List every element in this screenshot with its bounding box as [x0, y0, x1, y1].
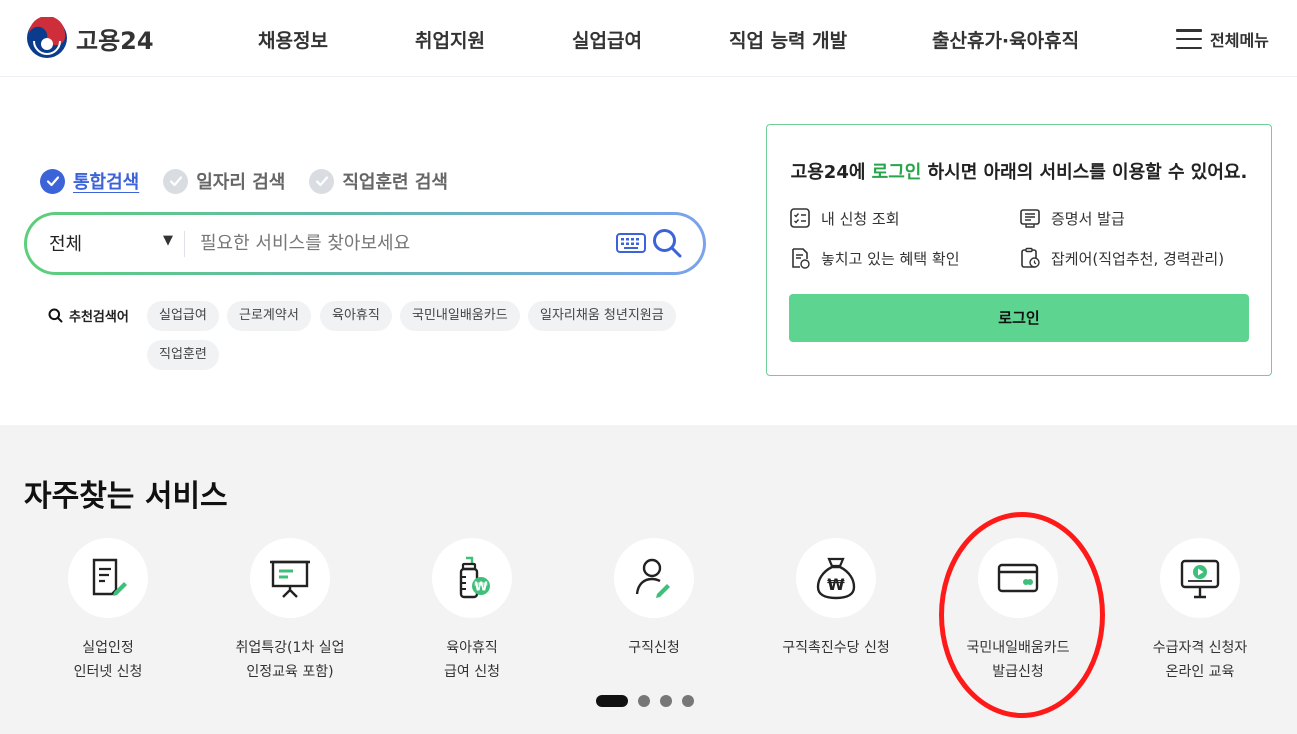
baby-bottle-won-icon: ₩	[459, 556, 490, 599]
nav-job-skill-development[interactable]: 직업 능력 개발	[729, 26, 847, 53]
keyword-chip[interactable]: 직업훈련	[147, 340, 219, 370]
login-button[interactable]: 로그인	[789, 294, 1249, 342]
service-label: 육아휴직 급여 신청	[444, 640, 500, 680]
service-national-learning-card[interactable]: 국민내일배움카드 발급신청	[928, 538, 1108, 684]
service-label: 취업특강(1차 실업 인정교육 포함)	[235, 640, 345, 680]
service-icon-circle	[1160, 538, 1240, 618]
hamburger-icon	[1176, 29, 1202, 49]
carousel-pagination	[596, 695, 694, 707]
search-scope-select[interactable]: 전체	[49, 230, 82, 256]
service-online-education[interactable]: 수급자격 신청자 온라인 교육	[1110, 538, 1290, 684]
service-job-seeking-allowance[interactable]: ₩ 구직촉진수당 신청	[746, 538, 926, 660]
service-label: 내 신청 조회	[821, 209, 900, 228]
nav-job-support[interactable]: 취업지원	[415, 26, 485, 53]
service-icon-circle	[68, 538, 148, 618]
search-box-inner: 전체 ▼	[27, 215, 703, 272]
certificate-icon	[1020, 209, 1040, 228]
login-msg-prefix: 고용24에	[790, 162, 872, 183]
check-icon	[309, 168, 335, 194]
service-unemployment-certification[interactable]: 실업인정 인터넷 신청	[18, 538, 198, 684]
service-label: 증명서 발급	[1051, 209, 1125, 228]
search-icon[interactable]	[651, 227, 683, 259]
tab-job-search[interactable]: 일자리 검색	[163, 168, 285, 194]
checklist-icon	[790, 208, 810, 228]
money-bag-won-icon: ₩	[816, 557, 856, 600]
service-label: 국민내일배움카드 발급신청	[966, 640, 1070, 680]
pagination-dot[interactable]	[596, 695, 628, 707]
search-input[interactable]	[200, 226, 610, 260]
search-icon	[48, 308, 63, 323]
service-certificate: 증명서 발급	[1019, 207, 1125, 229]
service-label: 실업인정 인터넷 신청	[73, 640, 143, 680]
tab-label: 직업훈련 검색	[342, 172, 448, 193]
benefit-document-icon	[792, 248, 810, 269]
service-jobcare: 잡케어(직업추천, 경력관리)	[1019, 247, 1224, 269]
nav-unemployment-benefit[interactable]: 실업급여	[572, 26, 642, 53]
site-header: 고용24 채용정보 취업지원 실업급여 직업 능력 개발 출산휴가·육아휴직 전…	[0, 0, 1297, 77]
service-label: 구직신청	[628, 640, 680, 656]
full-menu-label: 전체메뉴	[1210, 31, 1269, 50]
document-pen-icon	[92, 558, 127, 596]
person-pen-icon	[635, 558, 670, 598]
check-icon	[163, 168, 189, 194]
divider	[184, 231, 185, 257]
check-icon	[40, 168, 65, 194]
tab-integrated-search[interactable]: 통합검색	[40, 168, 139, 194]
service-label: 구직촉진수당 신청	[782, 640, 890, 656]
recommended-keywords-label: 추천검색어	[48, 306, 129, 325]
service-icon-circle: ₩	[796, 538, 876, 618]
service-icon-circle: ₩	[432, 538, 512, 618]
full-menu-button[interactable]: 전체메뉴	[1176, 27, 1269, 51]
keyword-chip[interactable]: 일자리채움 청년지원금	[528, 301, 676, 331]
search-box: 전체 ▼	[24, 212, 706, 275]
clipboard-clock-icon	[1021, 247, 1040, 268]
service-icon-circle	[250, 538, 330, 618]
service-label: 놓치고 있는 혜택 확인	[821, 249, 960, 268]
keyword-chip[interactable]: 실업급여	[147, 301, 219, 331]
keyword-chip[interactable]: 국민내일배움카드	[400, 301, 520, 331]
svg-text:₩: ₩	[474, 580, 488, 594]
pagination-dot[interactable]	[660, 695, 672, 707]
service-label: 잡케어(직업추천, 경력관리)	[1051, 249, 1225, 268]
tab-label: 일자리 검색	[196, 172, 286, 193]
dropdown-arrow-icon[interactable]: ▼	[163, 233, 173, 248]
frequent-services-section: 자주찾는 서비스 실업인정 인터넷 신청 취업특강(1차 실업 인정교육 포함)	[0, 425, 1297, 734]
service-parental-leave-benefit[interactable]: ₩ 육아휴직 급여 신청	[382, 538, 562, 684]
login-msg-suffix: 하시면 아래의 서비스를 이용할 수 있어요.	[921, 162, 1248, 183]
login-panel: 고용24에 로그인 하시면 아래의 서비스를 이용할 수 있어요. 내 신청 조…	[766, 124, 1272, 376]
taegeuk-logo-icon	[27, 17, 67, 58]
tab-training-search[interactable]: 직업훈련 검색	[309, 168, 448, 194]
login-msg-highlight: 로그인	[871, 162, 922, 183]
section-title: 자주찾는 서비스	[24, 479, 228, 514]
keyboard-icon[interactable]	[616, 233, 646, 253]
svg-text:₩: ₩	[827, 575, 845, 594]
keyword-chip[interactable]: 근로계약서	[227, 301, 311, 331]
nav-maternity-parental-leave[interactable]: 출산휴가·육아휴직	[932, 26, 1079, 53]
search-type-tabs: 통합검색 일자리 검색 직업훈련 검색	[40, 168, 448, 194]
card-icon	[997, 563, 1039, 593]
service-label: 수급자격 신청자 온라인 교육	[1152, 640, 1248, 680]
nav-recruit-info[interactable]: 채용정보	[258, 26, 328, 53]
service-icon-circle	[614, 538, 694, 618]
service-my-applications: 내 신청 조회	[789, 207, 900, 229]
service-job-application[interactable]: 구직신청	[564, 538, 744, 660]
recommended-label-text: 추천검색어	[69, 310, 129, 325]
service-icon-circle	[978, 538, 1058, 618]
logo[interactable]: 고용24	[26, 17, 154, 59]
service-employment-lecture[interactable]: 취업특강(1차 실업 인정교육 포함)	[200, 538, 380, 684]
pagination-dot[interactable]	[682, 695, 694, 707]
pagination-dot[interactable]	[638, 695, 650, 707]
login-message: 고용24에 로그인 하시면 아래의 서비스를 이용할 수 있어요.	[767, 158, 1271, 184]
keyword-chip[interactable]: 육아휴직	[320, 301, 392, 331]
presentation-board-icon	[270, 560, 310, 598]
monitor-play-icon	[1180, 559, 1220, 599]
logo-text: 고용24	[76, 26, 154, 55]
tab-label: 통합검색	[73, 172, 140, 193]
service-missed-benefits: 놓치고 있는 혜택 확인	[789, 247, 960, 269]
